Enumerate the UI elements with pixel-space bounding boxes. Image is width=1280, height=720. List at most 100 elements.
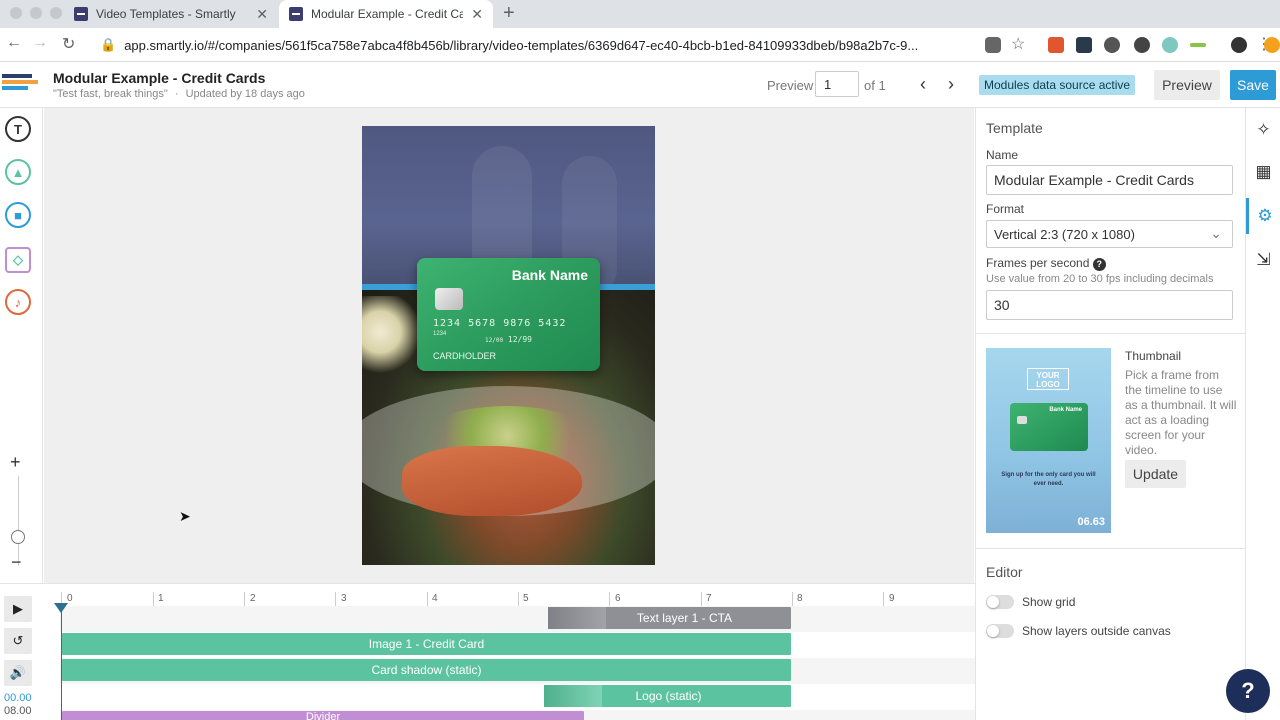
app-header: Modular Example - Credit Cards "Test fas… bbox=[0, 62, 1280, 108]
audio-tool-icon[interactable]: ♪ bbox=[5, 289, 31, 315]
track-label: Logo (static) bbox=[635, 689, 702, 703]
ruler-label: 7 bbox=[706, 593, 712, 604]
template-section-title: Template bbox=[986, 120, 1043, 136]
tab-label: Video Templates - Smartly bbox=[96, 7, 236, 21]
zoom-out-icon[interactable]: − bbox=[11, 552, 22, 573]
help-icon[interactable]: ? bbox=[1092, 257, 1106, 271]
forward-icon[interactable]: → bbox=[32, 34, 48, 52]
properties-panel: Template Name Modular Example - Credit C… bbox=[975, 108, 1245, 720]
ruler-label: 6 bbox=[615, 593, 621, 604]
track-image-credit-card[interactable]: Image 1 - Credit Card bbox=[62, 633, 791, 655]
data-source-badge: Modules data source active bbox=[979, 75, 1136, 95]
sync-extension-icon[interactable] bbox=[1104, 37, 1120, 53]
circle-extension-icon[interactable] bbox=[1134, 37, 1150, 53]
thumbnail-title: Thumbnail bbox=[1125, 349, 1182, 363]
zoom-slider-handle[interactable] bbox=[11, 530, 25, 544]
url-field[interactable]: 🔒 app.smartly.io/#/companies/561f5ca758e… bbox=[90, 31, 980, 59]
video-tool-icon[interactable]: ■ bbox=[5, 202, 31, 228]
ruler-tick bbox=[609, 592, 610, 606]
browser-tab-video-templates[interactable]: Video Templates - Smartly ✕ bbox=[64, 0, 278, 28]
close-tab-icon[interactable]: ✕ bbox=[471, 6, 483, 23]
export-folder-icon[interactable]: ⇲ bbox=[1246, 242, 1280, 278]
zoom-in-icon[interactable]: + bbox=[10, 452, 21, 473]
tab-label: Modular Example - Credit Cards bbox=[311, 7, 464, 21]
profile-avatar[interactable] bbox=[1231, 37, 1247, 53]
card-valid-from: 12/00 bbox=[485, 337, 504, 344]
previous-page-icon[interactable]: ‹ bbox=[920, 74, 926, 95]
thumbnail-cta: Sign up for the only card you will ever … bbox=[1001, 472, 1096, 487]
text-tool-icon[interactable]: T bbox=[5, 116, 31, 142]
update-icon[interactable] bbox=[1264, 37, 1280, 53]
fps-input[interactable]: 30 bbox=[986, 290, 1233, 320]
thumbnail-chip-icon bbox=[1017, 416, 1027, 424]
settings-gear-icon[interactable]: ⚙ bbox=[1246, 198, 1280, 234]
card-bank-name: Bank Name bbox=[511, 267, 588, 283]
smartly-logo[interactable] bbox=[2, 72, 38, 94]
fps-label: Frames per second ? bbox=[986, 256, 1106, 271]
maximize-window-button[interactable] bbox=[50, 7, 62, 19]
bar-extension-icon[interactable] bbox=[1190, 43, 1206, 47]
flowers-shape bbox=[362, 296, 422, 386]
name-input[interactable]: Modular Example - Credit Cards bbox=[986, 165, 1233, 195]
ruler-tick bbox=[792, 592, 793, 606]
preview-page-input[interactable] bbox=[815, 71, 859, 97]
show-layers-label: Show layers outside canvas bbox=[1022, 624, 1171, 638]
smartly-favicon-icon bbox=[74, 7, 88, 21]
play-icon[interactable]: ▶ bbox=[4, 596, 32, 622]
shape-tool-icon[interactable]: ◇ bbox=[5, 247, 31, 273]
thumbnail-preview: YOUR LOGO Bank Name Sign up for the only… bbox=[986, 348, 1111, 533]
help-chat-button[interactable]: ? bbox=[1226, 669, 1270, 713]
show-grid-label: Show grid bbox=[1022, 595, 1076, 609]
format-select[interactable]: Vertical 2:3 (720 x 1080) ⌄ bbox=[986, 220, 1233, 248]
template-subtitle: "Test fast, break things" · Updated by 1… bbox=[53, 88, 305, 100]
card-holder: CARDHOLDER bbox=[433, 351, 497, 361]
thumbnail-bank-name: Bank Name bbox=[1049, 407, 1082, 413]
volume-icon[interactable]: 🔊 bbox=[4, 660, 32, 686]
browser-tab-modular-example[interactable]: Modular Example - Credit Cards ✕ bbox=[279, 0, 493, 28]
save-button[interactable]: Save bbox=[1230, 70, 1276, 100]
minimize-window-button[interactable] bbox=[30, 7, 42, 19]
total-time: 08.00 bbox=[4, 705, 32, 717]
ruler-tick bbox=[883, 592, 884, 606]
track-label: Text layer 1 - CTA bbox=[636, 611, 733, 625]
browser-address-bar: ← → ↻ 🔒 app.smartly.io/#/companies/561f5… bbox=[0, 28, 1280, 62]
preview-page-label: Preview bbox=[767, 78, 814, 93]
color-extension-icon[interactable] bbox=[1162, 37, 1178, 53]
image-tool-icon[interactable]: ▲ bbox=[5, 159, 31, 185]
track-fade-in[interactable] bbox=[548, 607, 606, 629]
ruler-tick bbox=[427, 592, 428, 606]
timeline-ruler[interactable]: 0 1 2 3 4 5 6 7 8 9 bbox=[60, 584, 975, 606]
reload-icon[interactable]: ↻ bbox=[62, 34, 75, 54]
site-settings-icon[interactable] bbox=[985, 37, 1001, 53]
new-tab-icon[interactable]: + bbox=[503, 2, 515, 25]
fps-label-text: Frames per second bbox=[986, 256, 1090, 270]
track-divider[interactable]: Divider bbox=[62, 711, 584, 720]
credit-card-layer[interactable]: Bank Name 1234 5678 9876 5432 1234 12/00… bbox=[417, 258, 600, 371]
next-page-icon[interactable]: › bbox=[948, 74, 954, 95]
ruler-tick bbox=[335, 592, 336, 606]
bookmark-star-icon[interactable]: ☆ bbox=[1011, 34, 1025, 54]
replay-icon[interactable]: ↺ bbox=[4, 628, 32, 654]
updated-text: Updated by 18 days ago bbox=[185, 88, 305, 100]
track-fade-in[interactable] bbox=[544, 685, 602, 707]
back-icon[interactable]: ← bbox=[6, 34, 22, 52]
window-controls bbox=[10, 7, 62, 19]
ruler-label: 9 bbox=[889, 593, 895, 604]
show-grid-toggle[interactable] bbox=[986, 595, 1014, 609]
close-window-button[interactable] bbox=[10, 7, 22, 19]
ruler-tick bbox=[701, 592, 702, 606]
card-chip-icon bbox=[435, 288, 463, 310]
brave-extension-icon[interactable] bbox=[1048, 37, 1064, 53]
preview-page-count: of 1 bbox=[864, 78, 886, 93]
close-tab-icon[interactable]: ✕ bbox=[256, 6, 268, 23]
smartly-favicon-icon bbox=[289, 7, 303, 21]
track-card-shadow[interactable]: Card shadow (static) bbox=[62, 659, 791, 681]
animation-icon[interactable]: ✧ bbox=[1246, 112, 1280, 148]
preview-button[interactable]: Preview bbox=[1154, 70, 1220, 100]
update-thumbnail-button[interactable]: Update bbox=[1125, 460, 1186, 488]
card-small-number: 1234 bbox=[433, 331, 447, 337]
show-layers-toggle[interactable] bbox=[986, 624, 1014, 638]
artboard[interactable]: Bank Name 1234 5678 9876 5432 1234 12/00… bbox=[362, 126, 655, 565]
react-extension-icon[interactable] bbox=[1076, 37, 1092, 53]
table-icon[interactable]: ▦ bbox=[1246, 154, 1280, 190]
